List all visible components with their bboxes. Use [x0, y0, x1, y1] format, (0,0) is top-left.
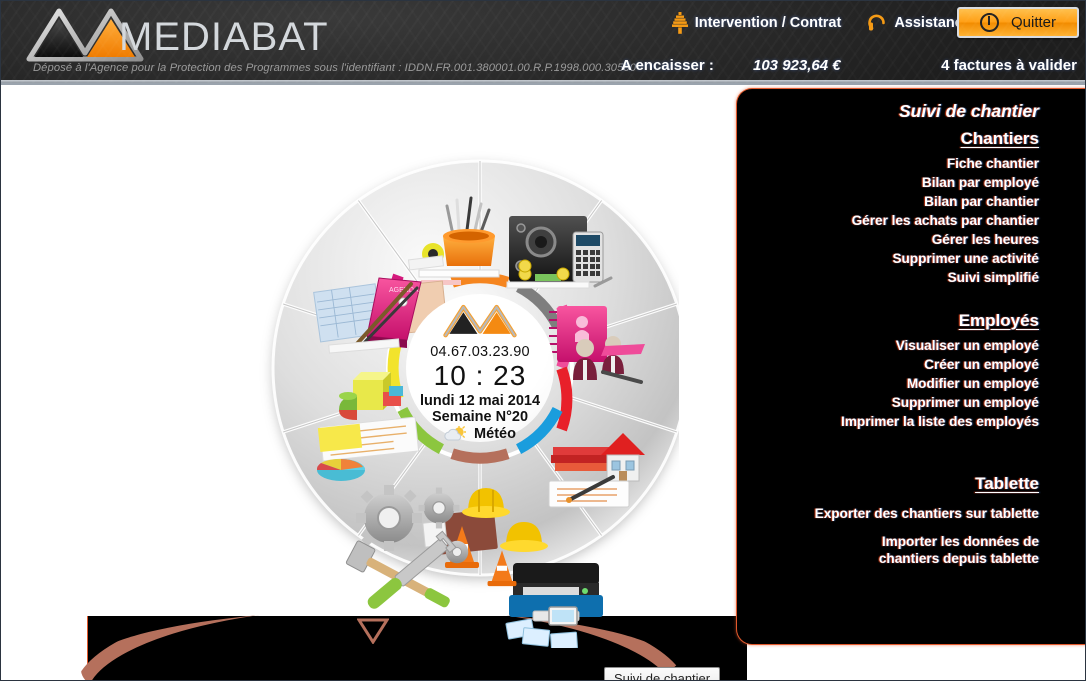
arc-suivi: [450, 448, 510, 464]
headset-icon: [868, 14, 886, 31]
app-header: MEDIABAT Déposé à l'Agence pour la Prote…: [1, 1, 1085, 85]
menu-item-supprimer-un-employe[interactable]: Supprimer un employé: [841, 393, 1039, 412]
menu-item-fiche-chantier[interactable]: Fiche chantier: [852, 154, 1039, 173]
menu-item-modifier-un-employe[interactable]: Modifier un employé: [841, 374, 1039, 393]
header-summary-row: A encaisser : 103 923,64 € 4 factures à …: [1, 53, 1085, 81]
menu-item-gerer-les-heures[interactable]: Gérer les heures: [852, 230, 1039, 249]
menu-item-supprimer-une-activite[interactable]: Supprimer une activité: [852, 249, 1039, 268]
menu-item-bilan-par-chantier[interactable]: Bilan par chantier: [852, 192, 1039, 211]
menu-item-gerer-les-achats-par-chantier[interactable]: Gérer les achats par chantier: [852, 211, 1039, 230]
nav-item-intervention-contrat[interactable]: Intervention / Contrat: [671, 12, 842, 34]
main-content: Suivi de chantier Chantiers Fiche chanti…: [1, 86, 1085, 680]
menu-item-importer-les-donnees-de-chantiers[interactable]: Importer les données de chantiers depuis…: [827, 533, 1039, 567]
weather-link[interactable]: Météo: [444, 426, 516, 442]
side-panel: Suivi de chantier Chantiers Fiche chanti…: [736, 88, 1085, 645]
encaisser-label: A encaisser :: [621, 57, 714, 74]
quit-button[interactable]: Quitter: [957, 7, 1079, 38]
menu-item-exporter-des-chantiers-sur-tablette[interactable]: Exporter des chantiers sur tablette: [815, 504, 1039, 523]
arc-chantiers: [556, 366, 573, 432]
power-icon: [979, 13, 999, 32]
menu-item-visualiser-un-employe[interactable]: Visualiser un employé: [841, 336, 1039, 355]
clock-time: 10 : 23: [433, 360, 527, 391]
menu-item-imprimer-la-liste-des-employes[interactable]: Imprimer la liste des employés: [841, 412, 1039, 431]
navigation-wheel: AGENDA 04.67.03.: [259, 108, 679, 648]
menu-item-suivi-simplifie[interactable]: Suivi simplifié: [852, 268, 1039, 287]
bell-icon: [671, 12, 688, 34]
menu-item-bilan-par-employe[interactable]: Bilan par employé: [852, 173, 1039, 192]
menu-group-chantiers: Chantiers Fiche chantier Bilan par emplo…: [852, 129, 1039, 287]
menu-heading-employes[interactable]: Employés: [841, 311, 1039, 331]
factures-to-validate[interactable]: 4 factures à valider: [941, 57, 1077, 74]
side-panel-title: Suivi de chantier: [898, 101, 1039, 121]
weather-label: Météo: [474, 426, 516, 442]
current-date: lundi 12 mai 2014: [419, 393, 541, 409]
header-divider: [1, 80, 1085, 83]
menu-heading-tablette[interactable]: Tablette: [815, 474, 1039, 494]
week-number: Semaine N°20: [431, 409, 529, 425]
wheel-tooltip: Suivi de chantier: [604, 667, 721, 680]
quit-button-label: Quitter: [1010, 14, 1056, 31]
encaisser-amount: 103 923,64 €: [753, 57, 841, 74]
sun-cloud-icon: [444, 426, 467, 441]
icon-printer: [505, 563, 603, 648]
menu-group-tablette: Tablette Exporter des chantiers sur tabl…: [815, 474, 1039, 567]
company-phone: 04.67.03.23.90: [430, 344, 530, 360]
menu-item-creer-un-employe[interactable]: Créer un employé: [841, 355, 1039, 374]
mediabat-logo-icon: [443, 304, 517, 338]
center-hub: 04.67.03.23.90 10 : 23 lundi 12 mai 2014…: [406, 294, 554, 442]
menu-heading-chantiers[interactable]: Chantiers: [852, 129, 1039, 149]
application-window: MEDIABAT Déposé à l'Agence pour la Prote…: [0, 0, 1086, 681]
nav-label: Intervention / Contrat: [694, 15, 842, 31]
menu-group-employes: Employés Visualiser un employé Créer un …: [841, 311, 1039, 431]
nav-item-assistance[interactable]: Assistance: [867, 13, 971, 33]
